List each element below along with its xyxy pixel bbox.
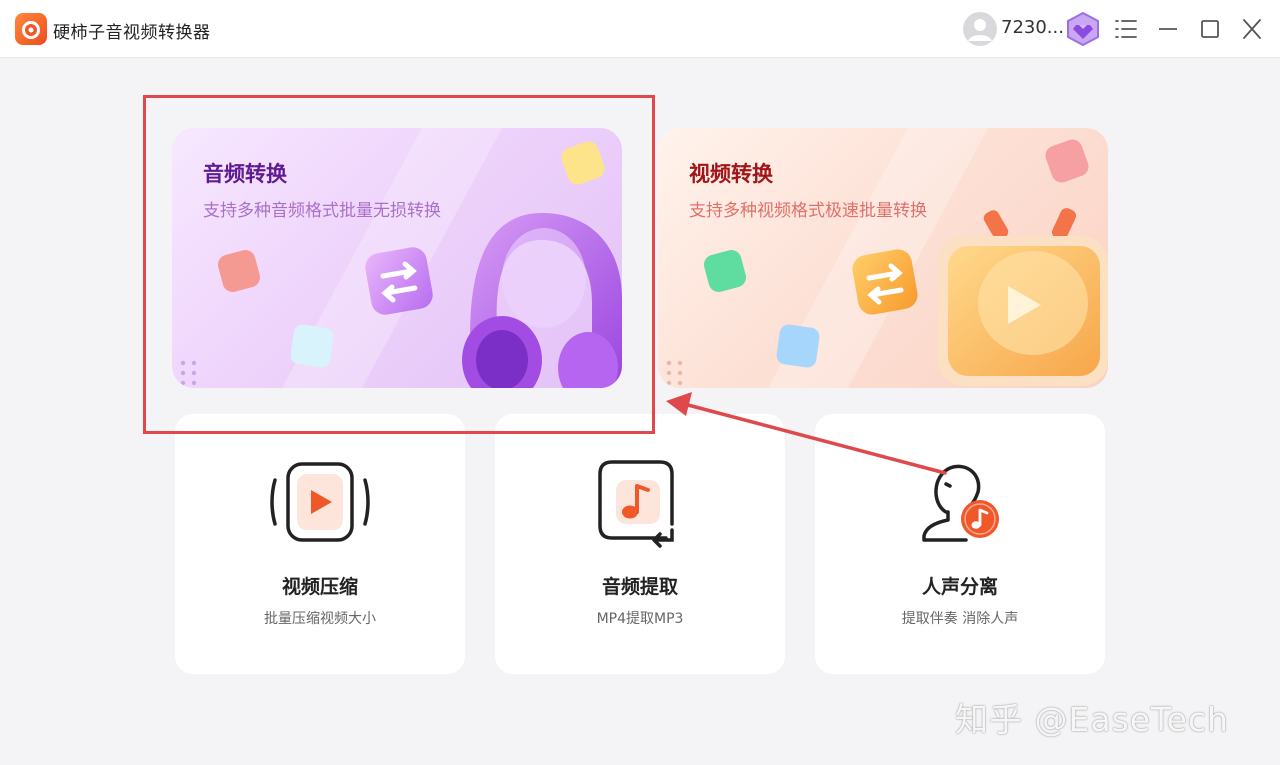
- audio-convert-subtitle: 支持多种音频格式批量无损转换: [203, 201, 441, 221]
- minimize-icon[interactable]: [1156, 18, 1180, 40]
- username[interactable]: 7230...: [1001, 17, 1064, 38]
- audio-convert-card[interactable]: 音频转换 支持多种音频格式批量无损转换: [172, 128, 622, 388]
- video-compress-subtitle: 批量压缩视频大小: [264, 611, 376, 627]
- video-convert-title: 视频转换: [689, 162, 773, 186]
- app-title: 硬柿子音视频转换器: [53, 23, 211, 43]
- video-compress-icon: [270, 462, 370, 542]
- video-convert-subtitle: 支持多种视频格式极速批量转换: [689, 201, 927, 221]
- video-compress-title: 视频压缩: [281, 576, 358, 598]
- audio-extract-subtitle: MP4提取MP3: [596, 611, 684, 627]
- video-compress-card[interactable]: 视频压缩 批量压缩视频大小: [175, 414, 465, 674]
- vocal-separate-subtitle: 提取伴奏 消除人声: [901, 611, 1019, 627]
- avatar[interactable]: [962, 11, 998, 47]
- audio-extract-title: 音频提取: [601, 576, 678, 598]
- vocal-separate-icon: [922, 464, 999, 542]
- audio-convert-title: 音频转换: [203, 162, 287, 186]
- menu-icon[interactable]: [1114, 18, 1138, 40]
- watermark: 知乎 @EaseTech: [955, 700, 1229, 739]
- close-icon[interactable]: [1240, 18, 1264, 40]
- vocal-separate-card[interactable]: 人声分离 提取伴奏 消除人声: [815, 414, 1105, 674]
- title-bar: 硬柿子音视频转换器 7230...: [0, 0, 1280, 58]
- video-convert-card[interactable]: 视频转换 支持多种视频格式极速批量转换: [658, 128, 1108, 388]
- app-logo-icon: [15, 13, 47, 45]
- audio-extract-card[interactable]: 音频提取 MP4提取MP3: [495, 414, 785, 674]
- vocal-separate-title: 人声分离: [921, 576, 998, 598]
- audio-extract-icon: [598, 460, 674, 548]
- vip-diamond-icon[interactable]: [1064, 11, 1102, 47]
- maximize-icon[interactable]: [1198, 18, 1222, 40]
